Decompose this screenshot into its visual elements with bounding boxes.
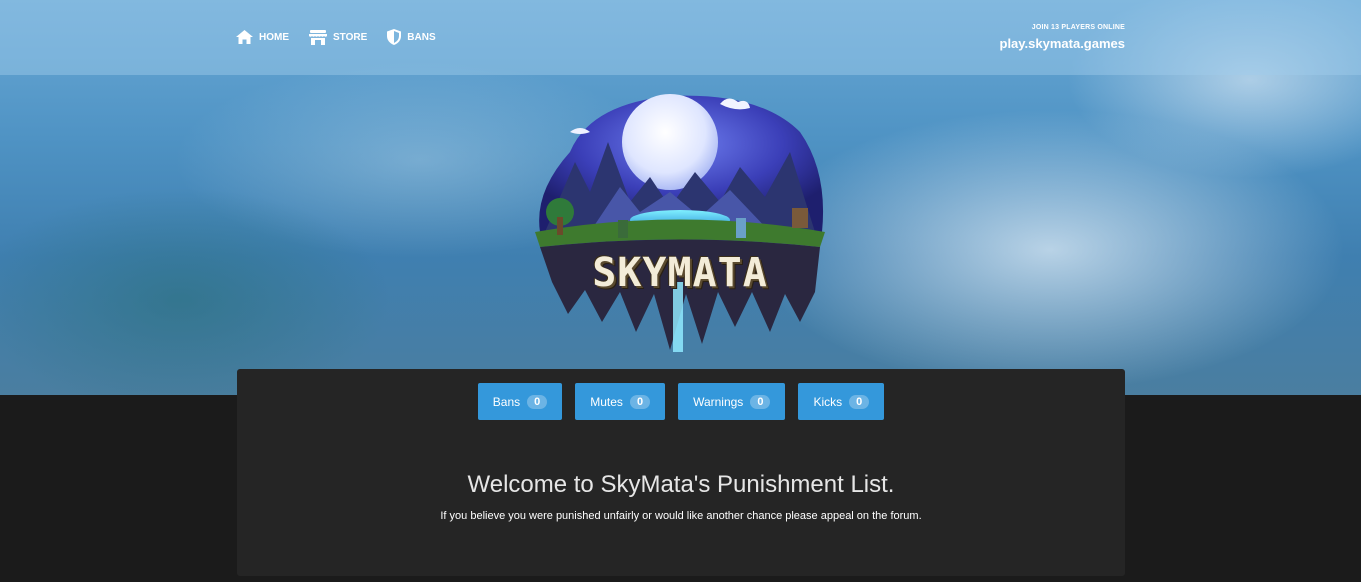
main-nav: HOME STORE BANS [236,29,436,45]
nav-store[interactable]: STORE [309,29,368,45]
server-info: JOIN 13 PLAYERS ONLINE play.skymata.game… [1000,24,1126,51]
page-subtitle: If you believe you were punished unfairl… [440,510,922,522]
mutes-count-badge: 0 [629,394,651,409]
punishment-panel: Bans 0 Mutes 0 Warnings 0 Kicks 0 Welcom… [237,369,1125,576]
store-icon [309,29,327,45]
logo-artwork [535,94,825,352]
logo-wordmark: SKYMATA [592,250,768,296]
tab-kicks-label: Kicks [813,394,843,409]
warnings-count-badge: 0 [750,394,771,409]
tab-warnings[interactable]: Warnings 0 [678,383,786,420]
tab-kicks[interactable]: Kicks 0 [798,383,885,420]
punishment-tabs: Bans 0 Mutes 0 Warnings 0 Kicks 0 [237,383,1125,420]
nav-home[interactable]: HOME [236,30,289,44]
nav-bans[interactable]: BANS [387,29,436,45]
top-navbar: HOME STORE BANS JOIN 13 PLAYERS ONLINE p… [0,0,1361,75]
nav-store-label: STORE [333,31,368,43]
tab-warnings-label: Warnings [693,394,744,409]
shield-icon [387,29,402,45]
nav-home-label: HOME [259,31,289,43]
page-title: Welcome to SkyMata's Punishment List. [467,471,895,498]
skymata-logo[interactable]: SKYMATA [530,82,830,362]
server-ip[interactable]: play.skymata.games [1000,36,1126,51]
tab-bans[interactable]: Bans 0 [477,383,563,420]
tab-mutes-label: Mutes [590,394,623,409]
home-icon [236,30,253,44]
kicks-count-badge: 0 [849,394,870,409]
tab-mutes[interactable]: Mutes 0 [575,383,666,420]
nav-bans-label: BANS [407,31,436,43]
bans-count-badge: 0 [527,394,548,409]
hero-background: HOME STORE BANS JOIN 13 PLAYERS ONLINE p… [0,0,1361,395]
tab-bans-label: Bans [492,394,521,409]
players-online-label: JOIN 13 PLAYERS ONLINE [1031,24,1125,31]
